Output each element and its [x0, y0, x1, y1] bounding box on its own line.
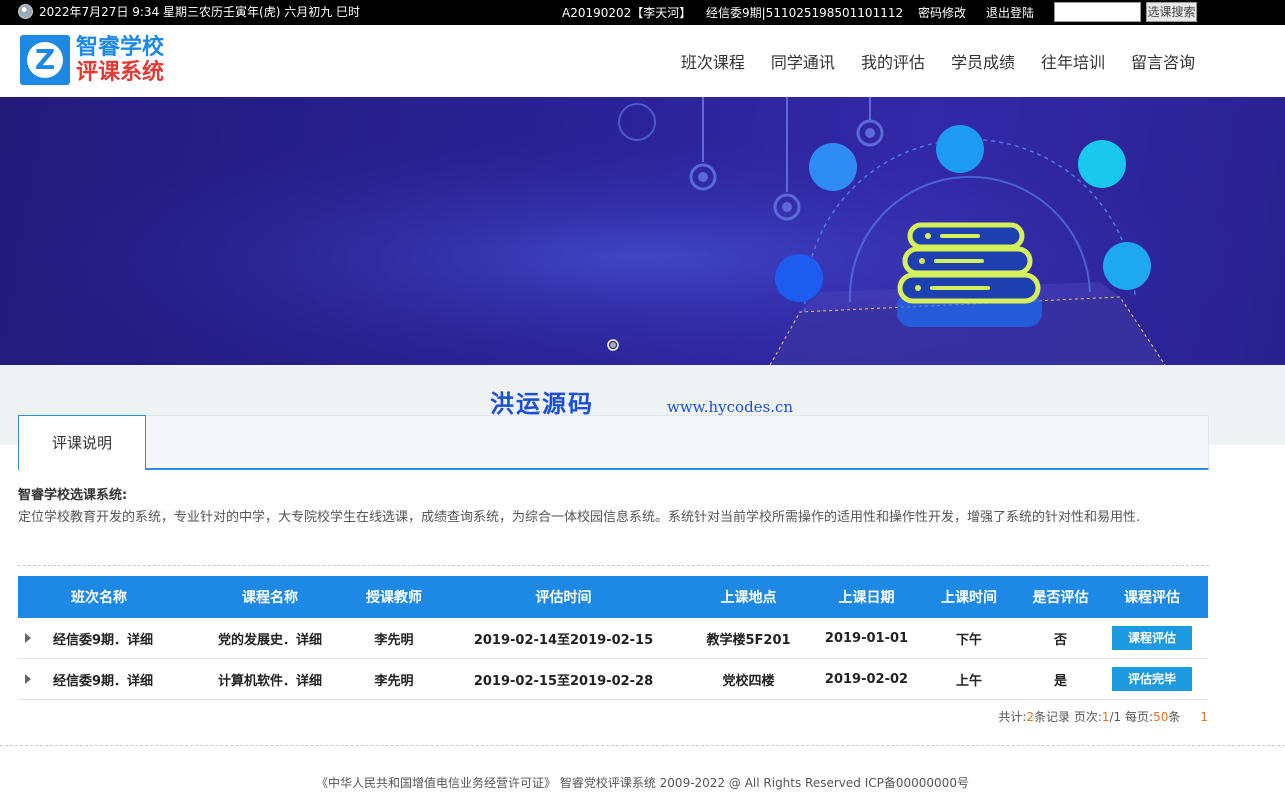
- evaluation-done-button[interactable]: 评估完毕: [1112, 667, 1192, 691]
- logo-icon: Z: [20, 35, 70, 85]
- header-time: 上课时间: [941, 590, 997, 606]
- watermark-name: 洪运源码: [490, 389, 594, 418]
- location-cell: 教学楼5F201: [706, 632, 791, 648]
- table-row: 经信委9期．详细 党的发展史．详细 李先明 2019-02-14至2019-02…: [18, 618, 1208, 659]
- per-page: 50: [1153, 710, 1169, 724]
- table-header: 班次名称 课程名称 授课教师 评估时间 上课地点 上课日期 上课时间 是否评估 …: [18, 576, 1208, 618]
- class-name-link[interactable]: 经信委9期．详细: [36, 659, 202, 699]
- watermark-url: www.hycodes.cn: [667, 398, 794, 416]
- teacher-cell: 李先明: [374, 673, 414, 689]
- evaluate-course-button[interactable]: 课程评估: [1112, 626, 1192, 650]
- eval-time-cell: 2019-02-15至2019-02-28: [473, 673, 654, 689]
- footer-text: 《中华人民共和国增值电信业务经营许可证》 智睿党校评课系统 2009-2022 …: [316, 776, 969, 790]
- nav-item-courses[interactable]: 班次课程: [681, 49, 745, 73]
- logo-line2: 评课系统: [76, 60, 165, 85]
- logout-link[interactable]: 退出登陆: [986, 4, 1034, 21]
- class-name-link[interactable]: 经信委9期．详细: [36, 618, 202, 658]
- table-row: 经信委9期．详细 计算机软件．详细 李先明 2019-02-15至2019-02…: [18, 659, 1208, 700]
- location-cell: 党校四楼: [722, 673, 775, 689]
- nav-item-past-training[interactable]: 往年培训: [1041, 49, 1105, 73]
- main-nav: 班次课程 同学通讯 我的评估 学员成绩 往年培训 留言咨询: [681, 49, 1195, 73]
- pagination: 共计:2条记录 页次:1/1 每页:50条 1: [998, 710, 1208, 724]
- change-password-link[interactable]: 密码修改: [918, 4, 966, 21]
- course-name-link[interactable]: 计算机软件．详细: [202, 659, 338, 699]
- header-date: 上课日期: [838, 590, 895, 606]
- course-table: 班次名称 课程名称 授课教师 评估时间 上课地点 上课日期 上课时间 是否评估 …: [18, 576, 1208, 700]
- search-input[interactable]: [1054, 2, 1141, 22]
- header-eval-time: 评估时间: [535, 590, 592, 606]
- time-cell: 上午: [955, 673, 982, 689]
- header-location: 上课地点: [720, 590, 777, 606]
- user-code: A20190202【李天河】: [562, 6, 692, 20]
- nav-item-classmates[interactable]: 同学通讯: [771, 49, 835, 73]
- header-class-name: 班次名称: [71, 590, 127, 606]
- header-evaluated: 是否评估: [1032, 590, 1089, 606]
- class-id: 经信委9期|511025198501101112: [706, 6, 904, 20]
- logo[interactable]: Z 智睿学校 评课系统: [20, 35, 164, 85]
- date-cell: 2019-02-02: [824, 671, 909, 687]
- hero-banner: [0, 97, 1285, 365]
- footer-divider: [0, 745, 1285, 746]
- nav-item-messages[interactable]: 留言咨询: [1131, 49, 1195, 73]
- header-action: 课程评估: [1124, 590, 1180, 606]
- logo-line1: 智睿学校: [76, 35, 165, 60]
- header-course-name: 课程名称: [242, 590, 298, 606]
- divider: [18, 565, 1209, 566]
- total-records: 2: [1026, 710, 1035, 724]
- header-teacher: 授课教师: [366, 590, 422, 606]
- date-cell: 2019-01-01: [824, 630, 909, 646]
- evaluated-cell: 是: [1053, 673, 1067, 689]
- eval-time-cell: 2019-02-14至2019-02-15: [473, 632, 654, 648]
- evaluated-cell: 否: [1053, 632, 1067, 648]
- header: Z 智睿学校 评课系统 班次课程 同学通讯 我的评估 学员成绩 往年培训 留言咨…: [0, 25, 1285, 97]
- teacher-cell: 李先明: [374, 632, 414, 648]
- course-name-link[interactable]: 党的发展史．详细: [202, 618, 338, 658]
- datetime-text: 2022年7月27日 9:34 星期三农历壬寅年(虎) 六月初九 巳时: [39, 5, 361, 19]
- top-bar: 2022年7月27日 9:34 星期三农历壬寅年(虎) 六月初九 巳时 A201…: [0, 0, 1285, 25]
- description-text: 定位学校教育开发的系统，专业针对的中学，大专院校学生在线选课，成绩查询系统，为综…: [18, 510, 1141, 525]
- search-button[interactable]: 选课搜索: [1146, 2, 1197, 22]
- banner-illustration: [0, 97, 1285, 365]
- page-link-1[interactable]: 1: [1200, 710, 1208, 724]
- globe-icon: [18, 4, 33, 19]
- expand-arrow-icon[interactable]: [25, 633, 31, 643]
- datetime-area: 2022年7月27日 9:34 星期三农历壬寅年(虎) 六月初九 巳时: [18, 3, 360, 20]
- time-cell: 下午: [955, 632, 982, 648]
- expand-arrow-icon[interactable]: [25, 674, 31, 684]
- current-page: 1: [1101, 710, 1110, 724]
- tab-bar: 评课说明: [18, 415, 1209, 470]
- description-title: 智睿学校选课系统:: [18, 488, 128, 503]
- nav-item-grades[interactable]: 学员成绩: [951, 49, 1015, 73]
- tab-course-evaluation-info[interactable]: 评课说明: [18, 415, 146, 470]
- nav-item-my-evaluation[interactable]: 我的评估: [861, 49, 925, 73]
